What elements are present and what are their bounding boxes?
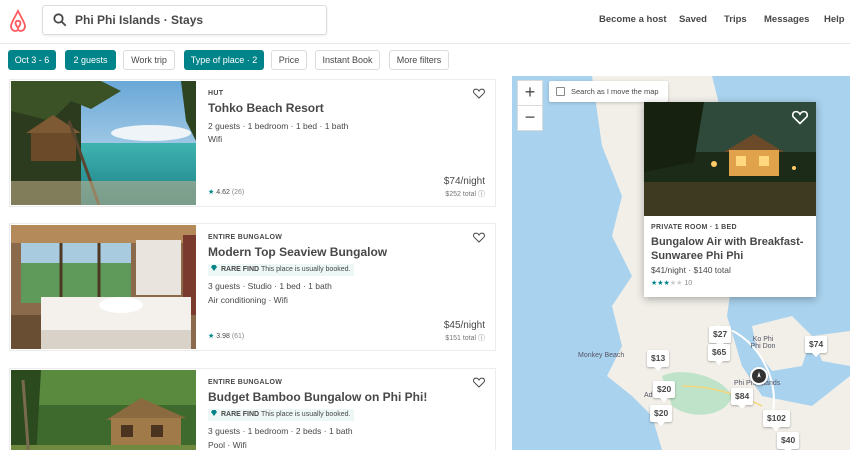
listing-details: 2 guests · 1 bedroom · 1 bed · 1 bath <box>208 121 349 131</box>
filter-price[interactable]: Price <box>271 50 307 70</box>
filter-bar: Oct 3 - 6 2 guests Work trip Type of pla… <box>0 44 850 76</box>
listing-photo[interactable] <box>11 370 196 450</box>
map-label-monkey-beach: Monkey Beach <box>578 352 625 359</box>
listing-details: 3 guests · Studio · 1 bed · 1 bath <box>208 281 332 291</box>
listing-rating: ★ 4.62 (26) <box>208 189 245 196</box>
search-bar[interactable]: Phi Phi Islands · Stays <box>42 5 327 35</box>
listing-amenities: Wifi <box>208 134 223 144</box>
listing-photo[interactable] <box>11 225 196 349</box>
listing-type: ENTIRE BUNGALOW <box>208 234 283 241</box>
listing-title[interactable]: Modern Top Seaview Bungalow <box>208 245 387 259</box>
info-icon[interactable]: ⓘ <box>478 335 485 342</box>
photo-carousel-dots[interactable] <box>79 196 119 200</box>
heart-icon[interactable] <box>473 88 485 99</box>
listing-card[interactable]: HUT Tohko Beach Resort 2 guests · 1 bedr… <box>9 79 496 207</box>
listing-type: HUT <box>208 90 224 97</box>
filter-type-of-place[interactable]: Type of place · 2 <box>184 50 264 70</box>
checkbox[interactable] <box>556 87 565 96</box>
map-price-pin[interactable]: $102 <box>763 410 790 431</box>
listing-card[interactable]: ENTIRE BUNGALOW Modern Top Seaview Bunga… <box>9 223 496 351</box>
map-price-pin[interactable]: $27 <box>709 326 732 347</box>
search-icon <box>53 13 67 27</box>
map-price-pin[interactable]: $40 <box>777 432 800 450</box>
location-marker[interactable] <box>750 367 768 385</box>
compass-icon <box>757 371 761 378</box>
listing-amenities: Air conditioning · Wifi <box>208 295 288 305</box>
filter-more-filters[interactable]: More filters <box>389 50 449 70</box>
map-listing-popup[interactable]: PRIVATE ROOM · 1 BED Bungalow Air with B… <box>644 102 816 297</box>
search-as-move-toggle[interactable]: Search as I move the map <box>549 81 668 102</box>
popup-carousel-dots[interactable] <box>704 207 744 211</box>
search-as-move-label: Search as I move the map <box>571 87 659 96</box>
heart-icon[interactable] <box>792 110 808 125</box>
info-icon[interactable]: ⓘ <box>478 191 485 198</box>
map-price-pin[interactable]: $84 <box>731 388 754 409</box>
listing-amenities: Pool · Wifi <box>208 440 247 450</box>
listing-details: 3 guests · 1 bedroom · 2 beds · 1 bath <box>208 426 353 436</box>
listing-rating: ★ 3.98 (61) <box>208 333 245 340</box>
diamond-icon <box>211 410 217 416</box>
popup-photo[interactable] <box>644 102 816 216</box>
heart-icon[interactable] <box>473 232 485 243</box>
map-price-pin[interactable]: $65 <box>708 344 731 365</box>
nav-messages[interactable]: Messages <box>764 14 809 25</box>
map-price-pin[interactable]: $74 <box>805 336 828 357</box>
nav-trips[interactable]: Trips <box>724 14 747 25</box>
listing-photo[interactable] <box>11 81 196 205</box>
nav-saved[interactable]: Saved <box>679 14 707 25</box>
map-price-pin[interactable]: $20 <box>650 405 673 426</box>
star-icon: ★ <box>208 189 215 196</box>
map-price-pin[interactable]: $13 <box>647 350 670 371</box>
star-icon: ★ <box>208 333 215 340</box>
filter-guests[interactable]: 2 guests <box>65 50 116 70</box>
filter-work-trip[interactable]: Work trip <box>123 50 175 70</box>
filter-dates[interactable]: Oct 3 - 6 <box>8 50 56 70</box>
filter-instant-book[interactable]: Instant Book <box>315 50 380 70</box>
popup-price: $41/night · $140 total <box>651 265 731 275</box>
listing-price: $45/night <box>443 320 485 331</box>
zoom-in-button[interactable]: + <box>517 80 543 106</box>
diamond-icon <box>211 265 217 271</box>
rare-find-badge: RARE FIND This place is usually booked. <box>208 264 355 276</box>
heart-icon[interactable] <box>473 377 485 388</box>
popup-listing-title[interactable]: Bungalow Air with Breakfast-Sunwaree Phi… <box>651 235 811 263</box>
nav-become-host[interactable]: Become a host <box>599 14 667 25</box>
rare-find-badge: RARE FIND This place is usually booked. <box>208 409 355 421</box>
airbnb-logo-icon[interactable] <box>8 9 28 33</box>
nav-help[interactable]: Help <box>824 14 845 25</box>
listing-total: $252 total ⓘ <box>445 191 485 198</box>
star-rating-icon: ★★★ <box>651 280 670 287</box>
map-label-ko-phi-phi-don: Ko Phi Phi Don <box>750 336 776 350</box>
listing-price: $74/night <box>443 176 485 187</box>
search-query[interactable]: Phi Phi Islands · Stays <box>75 13 203 27</box>
popup-rating: ★★★★★ 10 <box>651 280 693 287</box>
listing-type: ENTIRE BUNGALOW <box>208 379 283 386</box>
map-price-pin[interactable]: $20 <box>653 381 676 402</box>
listing-total: $151 total ⓘ <box>445 335 485 342</box>
popup-listing-type: PRIVATE ROOM · 1 BED <box>651 224 737 231</box>
photo-carousel-dots[interactable] <box>79 340 119 344</box>
listing-title[interactable]: Budget Bamboo Bungalow on Phi Phi! <box>208 390 427 404</box>
top-header: Phi Phi Islands · Stays Become a host Sa… <box>0 0 850 44</box>
listing-card[interactable]: ENTIRE BUNGALOW Budget Bamboo Bungalow o… <box>9 368 496 450</box>
zoom-out-button[interactable]: − <box>517 105 543 131</box>
listing-title[interactable]: Tohko Beach Resort <box>208 101 324 115</box>
